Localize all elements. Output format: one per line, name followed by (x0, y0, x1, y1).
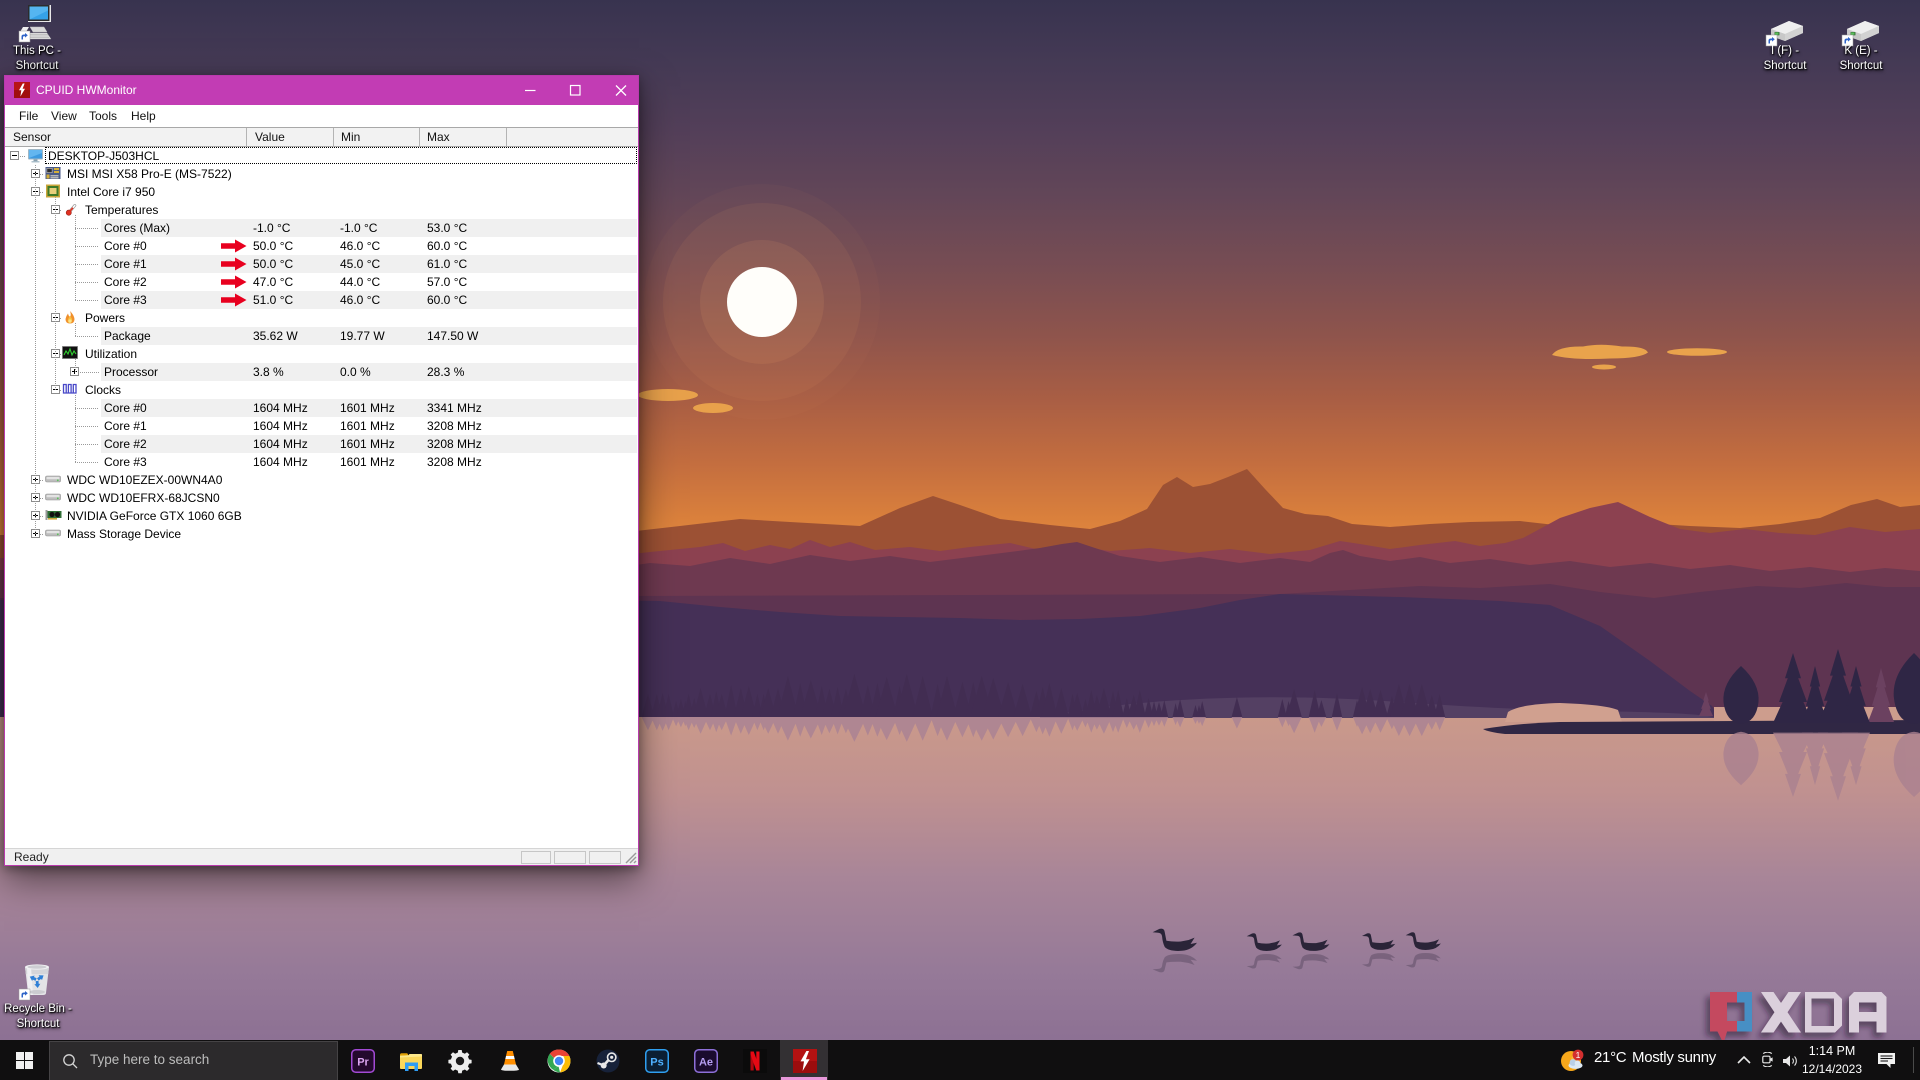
svg-text:Pr: Pr (357, 1057, 369, 1069)
svg-text:1: 1 (1576, 1050, 1581, 1060)
svg-text:Ps: Ps (650, 1057, 663, 1069)
svg-text:Ae: Ae (699, 1057, 713, 1069)
